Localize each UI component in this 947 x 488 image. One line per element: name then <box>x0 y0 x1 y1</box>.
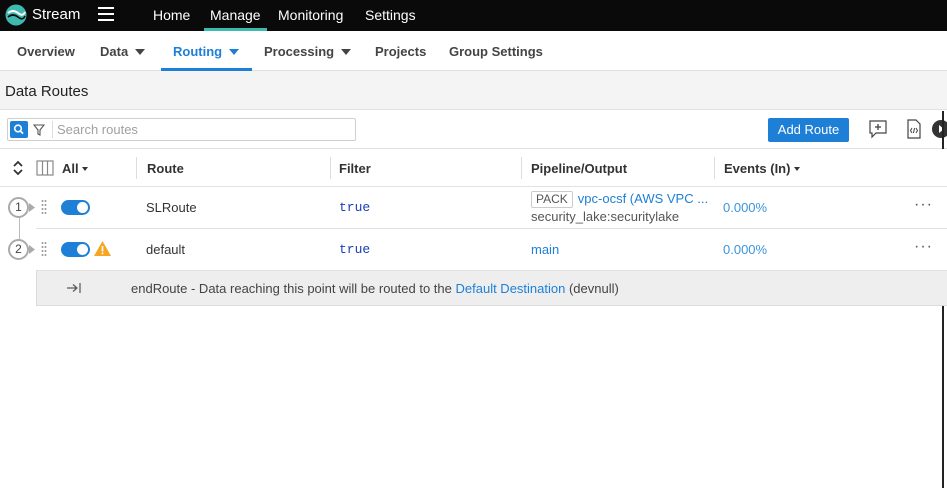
pack-badge: PACK <box>531 191 573 208</box>
search-icon <box>13 124 24 135</box>
comment-add-icon[interactable] <box>868 119 888 139</box>
sub-nav: Overview Data Routing Processing Project… <box>0 31 947 71</box>
column-header-pipeline-output[interactable]: Pipeline/Output <box>531 161 627 176</box>
table-row[interactable]: default true main 0.000% ··· <box>36 229 947 271</box>
caret-down-icon <box>341 49 352 55</box>
route-name[interactable]: default <box>146 242 185 257</box>
table-row[interactable]: SLRoute true PACK vpc-ocsf (AWS VPC ... s… <box>36 187 947 229</box>
caret-down-icon <box>81 167 88 171</box>
route-name[interactable]: SLRoute <box>146 200 197 215</box>
top-nav-monitoring[interactable]: Monitoring <box>278 7 343 23</box>
pipeline-cell: PACK vpc-ocsf (AWS VPC ... <box>531 191 711 208</box>
expand-collapse-icon[interactable] <box>12 160 24 176</box>
caret-down-icon <box>229 49 240 55</box>
add-route-button[interactable]: Add Route <box>768 118 849 142</box>
pipeline-link[interactable]: main <box>531 242 559 257</box>
pipeline-link[interactable]: vpc-ocsf (AWS VPC ... <box>578 191 708 206</box>
filter-icon[interactable] <box>33 123 45 137</box>
more-options-icon[interactable]: ··· <box>914 238 933 256</box>
events-in-label: Events (In) <box>724 161 791 176</box>
route-filter[interactable]: true <box>339 242 370 257</box>
top-nav-settings[interactable]: Settings <box>365 7 416 23</box>
warning-icon[interactable] <box>93 240 112 257</box>
output-name[interactable]: security_lake:securitylake <box>531 209 679 224</box>
route-enable-toggle[interactable] <box>61 200 90 215</box>
caret-down-icon <box>135 49 146 55</box>
end-route-prefix: endRoute - Data reaching this point will… <box>131 281 452 296</box>
tab-processing-label: Processing <box>264 44 335 59</box>
search-divider <box>52 121 53 138</box>
tab-projects-label: Projects <box>375 44 427 59</box>
arrow-to-end-icon <box>67 283 81 293</box>
table-header: All Route Filter Pipeline/Output Events … <box>0 149 947 187</box>
top-nav-home[interactable]: Home <box>153 7 190 23</box>
top-bar: Stream Home Manage Monitoring Settings <box>0 0 947 31</box>
events-percent: 0.000% <box>723 242 768 257</box>
events-percent: 0.000% <box>723 200 768 215</box>
tab-overview[interactable]: Overview <box>17 44 75 59</box>
end-route-row: endRoute - Data reaching this point will… <box>36 271 947 306</box>
routes-toolbar: Add Route <box>0 111 947 149</box>
tab-routing[interactable]: Routing <box>173 44 240 59</box>
route-index-badge: 2 <box>8 239 29 260</box>
column-header-filter[interactable]: Filter <box>339 161 371 176</box>
column-separator <box>714 157 715 179</box>
page-title: Data Routes <box>5 83 89 100</box>
column-separator <box>330 157 331 179</box>
route-enable-toggle[interactable] <box>61 242 90 257</box>
column-header-route[interactable]: Route <box>147 161 184 176</box>
top-nav-manage[interactable]: Manage <box>204 7 267 31</box>
drag-handle-icon[interactable] <box>41 199 47 215</box>
end-route-suffix: (devnull) <box>568 281 619 296</box>
route-filter[interactable]: true <box>339 200 370 215</box>
arrow-right-icon <box>29 203 35 212</box>
tab-processing[interactable]: Processing <box>264 44 352 59</box>
tab-group-settings-label: Group Settings <box>449 44 543 59</box>
tab-routing-label: Routing <box>173 44 223 59</box>
tab-projects[interactable]: Projects <box>375 44 426 59</box>
drag-handle-icon[interactable] <box>41 241 47 257</box>
hamburger-menu-icon[interactable] <box>98 7 114 21</box>
sort-caret-icon <box>794 167 801 171</box>
stream-logo-icon[interactable] <box>5 4 27 26</box>
tab-overview-label: Overview <box>17 44 75 59</box>
end-route-text: endRoute - Data reaching this point will… <box>131 281 619 296</box>
search-button[interactable] <box>10 121 28 138</box>
route-index-badge: 1 <box>8 197 29 218</box>
select-all-label: All <box>62 161 79 176</box>
columns-icon[interactable] <box>36 160 54 176</box>
column-separator <box>521 157 522 179</box>
column-separator <box>136 157 137 179</box>
column-header-events-in[interactable]: Events (In) <box>724 161 801 176</box>
search-input[interactable] <box>54 120 349 139</box>
code-file-icon[interactable] <box>904 119 924 139</box>
tab-data[interactable]: Data <box>100 44 146 59</box>
more-options-icon[interactable]: ··· <box>914 196 933 214</box>
search-box <box>7 118 356 141</box>
select-all-dropdown[interactable]: All <box>62 161 88 176</box>
arrow-right-icon <box>29 245 35 254</box>
brand-name[interactable]: Stream <box>32 6 80 23</box>
tab-group-settings[interactable]: Group Settings <box>449 44 543 59</box>
page-header: Data Routes <box>0 71 947 110</box>
tab-data-label: Data <box>100 44 129 59</box>
default-destination-link[interactable]: Default Destination <box>456 281 566 296</box>
play-icon[interactable] <box>931 119 947 139</box>
